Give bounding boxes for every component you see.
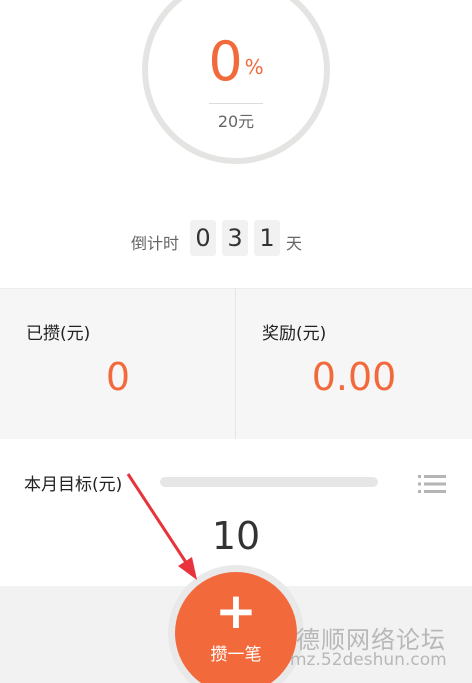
progress-percent-symbol: % bbox=[244, 55, 264, 79]
save-money-button-label: 攒一笔 bbox=[210, 645, 262, 665]
countdown-unit: 天 bbox=[286, 234, 303, 253]
goal-amount: 20元 bbox=[217, 112, 255, 131]
ring-divider bbox=[209, 103, 263, 104]
savings-screen: 0% 20元 倒计时 0 3 1 天 已攒(元) 0 奖励(元) 0.00 本月… bbox=[0, 0, 472, 683]
saved-label: 已攒(元) bbox=[26, 324, 91, 344]
monthly-target-value: 10 bbox=[211, 514, 261, 558]
reward-label: 奖励(元) bbox=[262, 324, 327, 344]
monthly-target-label: 本月目标(元) bbox=[24, 475, 123, 495]
countdown-label: 倒计时 bbox=[131, 234, 180, 253]
countdown-digit: 0 bbox=[190, 220, 216, 256]
saved-value: 0 bbox=[105, 355, 131, 399]
watermark-url: mz.52deshun.com bbox=[290, 650, 447, 670]
progress-percent: 0% bbox=[0, 32, 472, 92]
countdown-digit: 1 bbox=[254, 220, 280, 256]
countdown-digit: 3 bbox=[222, 220, 248, 256]
stats-panel: 已攒(元) 0 奖励(元) 0.00 bbox=[0, 288, 472, 439]
reward-value: 0.00 bbox=[311, 355, 397, 399]
plus-icon: + bbox=[215, 582, 257, 640]
countdown: 倒计时 0 3 1 天 bbox=[0, 218, 472, 258]
monthly-target-progress-bar bbox=[160, 477, 378, 487]
progress-percent-value: 0 bbox=[208, 30, 243, 93]
list-icon[interactable] bbox=[418, 474, 446, 494]
save-money-button[interactable]: + 攒一笔 bbox=[175, 572, 297, 683]
